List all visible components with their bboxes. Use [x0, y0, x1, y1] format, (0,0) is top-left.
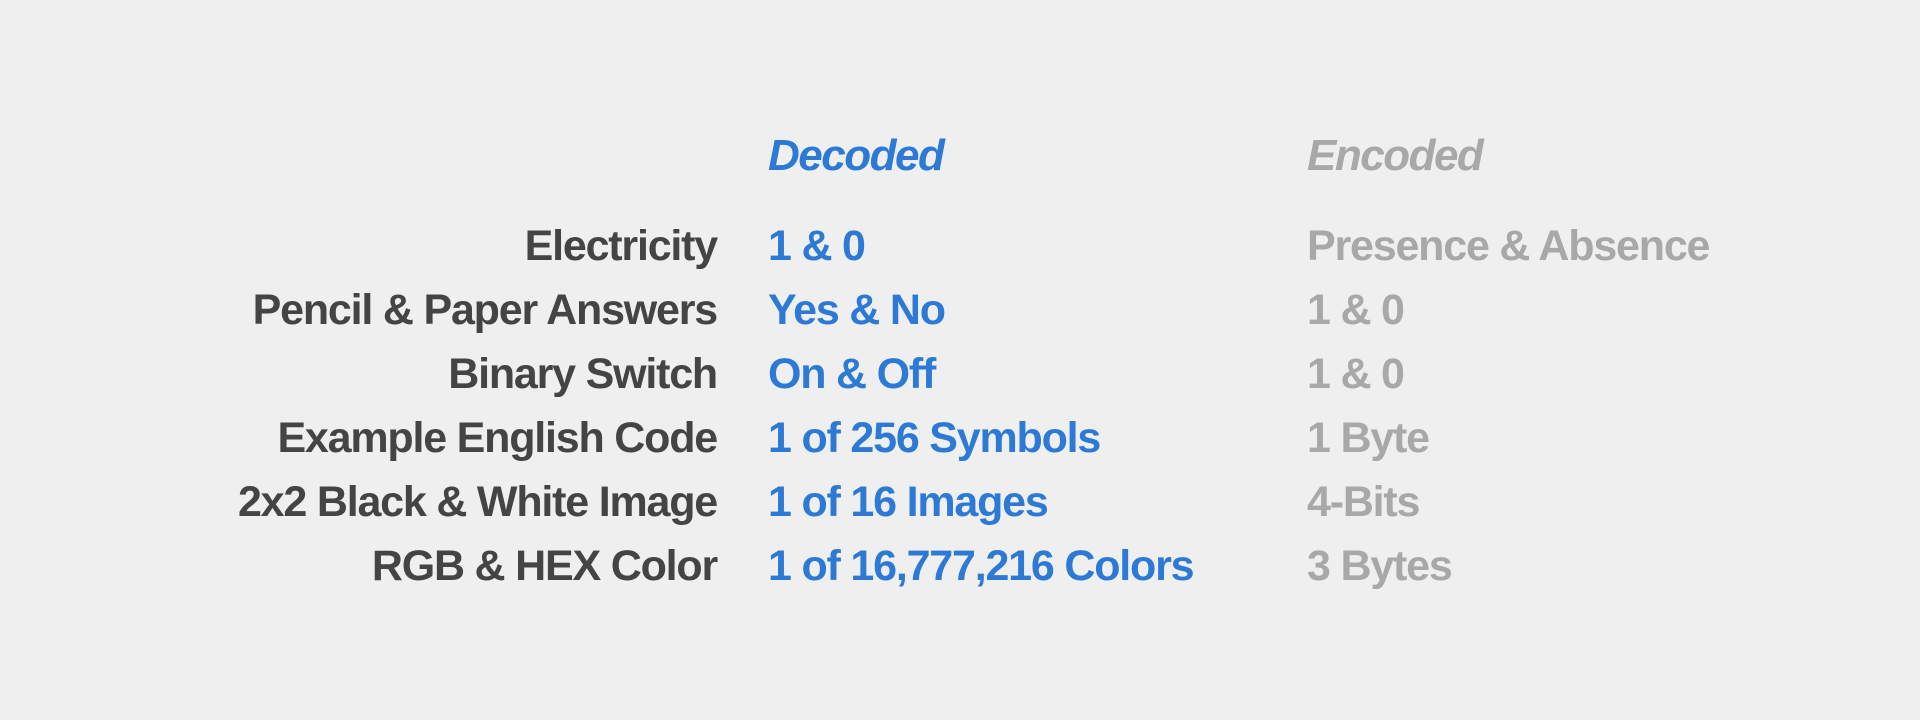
decoded-value: Yes & No — [768, 286, 946, 334]
row-label: Example English Code — [277, 414, 718, 462]
table-row: Example English Code 1 of 256 Symbols 1 … — [0, 406, 1920, 470]
encoded-value: 1 & 0 — [1307, 350, 1405, 398]
encoded-value: 1 & 0 — [1307, 286, 1405, 334]
table-row: Electricity 1 & 0 Presence & Absence — [0, 214, 1920, 278]
row-label: Electricity — [524, 222, 719, 270]
table-row: RGB & HEX Color 1 of 16,777,216 Colors 3… — [0, 534, 1920, 598]
encoded-value: Presence & Absence — [1307, 222, 1710, 270]
encoded-value: 4-Bits — [1307, 478, 1420, 526]
decoded-column-header: Decoded — [768, 131, 945, 180]
row-label: Pencil & Paper Answers — [252, 286, 719, 334]
encoding-table: Electricity 1 & 0 Presence & Absence Pen… — [0, 214, 1920, 598]
decoded-value: 1 of 16,777,216 Colors — [768, 542, 1195, 590]
encoded-column-header: Encoded — [1307, 131, 1484, 180]
table-row: Pencil & Paper Answers Yes & No 1 & 0 — [0, 278, 1920, 342]
decoded-value: 1 of 256 Symbols — [768, 414, 1101, 462]
decoded-value: 1 of 16 Images — [768, 478, 1049, 526]
encoded-value: 1 Byte — [1307, 414, 1430, 462]
row-label: Binary Switch — [448, 350, 718, 398]
decoded-value: On & Off — [768, 350, 936, 398]
table-row: 2x2 Black & White Image 1 of 16 Images 4… — [0, 470, 1920, 534]
row-label: 2x2 Black & White Image — [237, 478, 718, 526]
row-label: RGB & HEX Color — [371, 542, 718, 590]
table-row: Binary Switch On & Off 1 & 0 — [0, 342, 1920, 406]
decoded-value: 1 & 0 — [768, 222, 866, 270]
encoded-value: 3 Bytes — [1307, 542, 1453, 590]
